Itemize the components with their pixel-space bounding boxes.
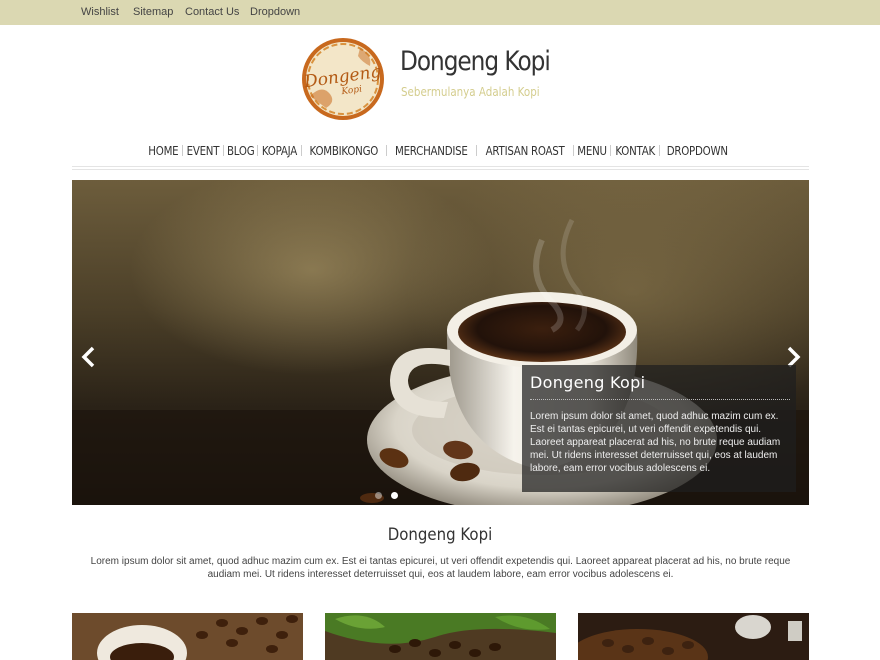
nav-divider — [72, 169, 809, 170]
slider-dot-active[interactable] — [391, 492, 398, 499]
nav-item-merchandise[interactable]: MERCHANDISE — [395, 143, 468, 158]
hero-slider[interactable]: Dongeng Kopi Lorem ipsum dolor sit amet,… — [72, 180, 809, 505]
site-tagline: Sebermulanya Adalah Kopi — [401, 85, 540, 99]
nav-item-home[interactable]: HOME — [149, 143, 179, 158]
contact-us-link[interactable]: Contact Us — [185, 6, 239, 18]
featured-thumbnail[interactable] — [72, 613, 303, 660]
nav-divider — [72, 166, 809, 167]
featured-thumbnail[interactable] — [325, 613, 556, 660]
nav-separator — [659, 145, 661, 156]
nav-separator — [385, 145, 387, 156]
slide-caption-divider — [530, 399, 790, 400]
nav-separator — [572, 145, 574, 156]
nav-item-kontak[interactable]: KONTAK — [615, 143, 655, 158]
main-nav: HOME EVENT BLOG KOPAJA KOMBIKONGO MERCHANDISE… — [0, 143, 880, 161]
chevron-left-icon — [81, 346, 95, 368]
nav-item-dropdown[interactable]: DROPDOWN — [667, 143, 728, 158]
dropdown-link[interactable]: Dropdown — [250, 6, 300, 18]
nav-separator — [223, 145, 224, 156]
nav-separator — [301, 145, 303, 156]
slide-caption-title: Dongeng Kopi — [530, 373, 646, 392]
nav-item-event[interactable]: EVENT — [187, 143, 220, 158]
nav-item-blog[interactable]: BLOG — [227, 143, 255, 158]
nav-separator — [182, 145, 184, 156]
slider-prev-button[interactable] — [80, 346, 98, 368]
nav-separator — [475, 145, 477, 156]
slide-caption-text: Lorem ipsum dolor sit amet, quod adhuc m… — [530, 411, 781, 474]
coffee-stamp-logo-icon: Dongeng Kopi — [302, 38, 384, 120]
coffee-plant-image — [325, 613, 556, 660]
site-logo[interactable]: Dongeng Kopi — [300, 36, 386, 122]
nav-item-kombikongo[interactable]: KOMBIKONGO — [310, 143, 379, 158]
section-title: Dongeng Kopi — [387, 525, 493, 545]
featured-thumbnail[interactable] — [578, 613, 809, 660]
sitemap-link[interactable]: Sitemap — [133, 6, 173, 18]
coffee-beans-image — [578, 613, 809, 660]
wishlist-link[interactable]: Wishlist — [81, 6, 119, 18]
nav-item-artisan-roast[interactable]: ARTISAN ROAST — [485, 143, 564, 158]
slide-caption: Dongeng Kopi Lorem ipsum dolor sit amet,… — [522, 365, 796, 492]
nav-item-menu[interactable]: MENU — [577, 143, 607, 158]
nav-separator — [257, 145, 259, 156]
section-text: Lorem ipsum dolor sit amet, quod adhuc m… — [90, 556, 791, 580]
coffee-cup-beans-image — [72, 613, 303, 660]
nav-item-kopaja[interactable]: KOPAJA — [262, 143, 297, 158]
slider-dot[interactable] — [375, 492, 382, 499]
nav-separator — [609, 145, 611, 156]
site-title[interactable]: Dongeng Kopi — [400, 46, 551, 77]
top-utility-bar: Wishlist Sitemap Contact Us Dropdown — [0, 0, 880, 25]
